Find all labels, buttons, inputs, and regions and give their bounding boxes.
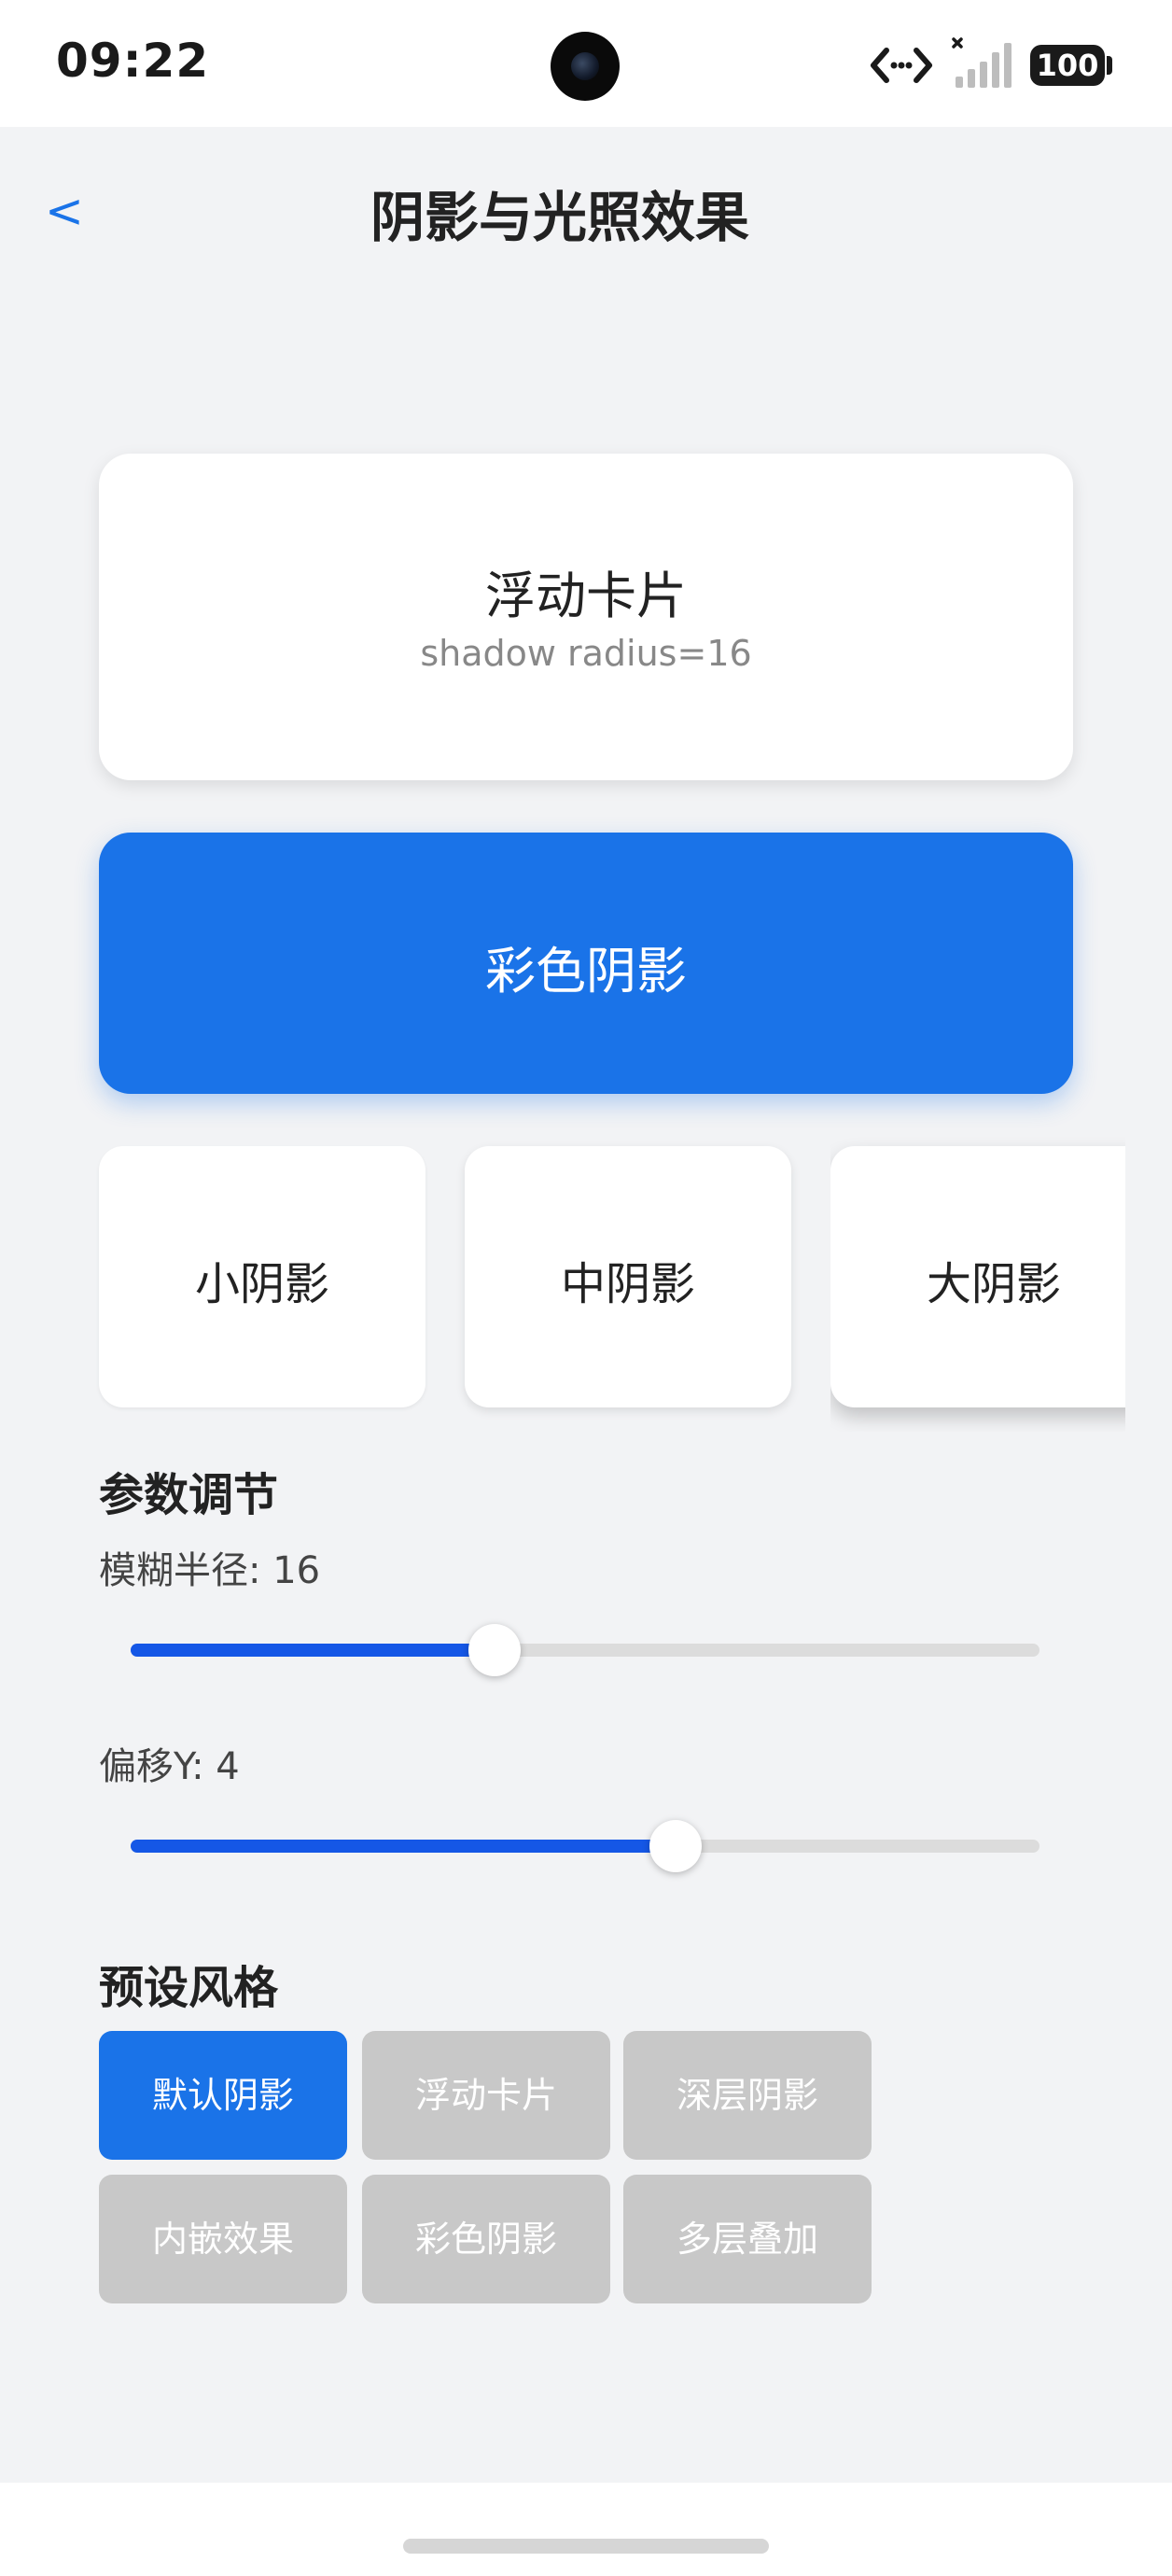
- bottom-navigation-area: [0, 2483, 1172, 2576]
- signal-icon: [952, 37, 1012, 88]
- params-section-title: 参数调节: [99, 1469, 279, 1521]
- status-time: 09:22: [56, 34, 210, 88]
- medium-shadow-label: 中阴影: [560, 1258, 695, 1310]
- offset-slider-fill: [131, 1840, 677, 1853]
- float-card-subtitle: shadow radius=16: [420, 633, 752, 674]
- small-shadow-label: 小阴影: [194, 1258, 329, 1310]
- large-shadow-card-clip: 大阴影: [830, 1133, 1125, 1432]
- data-transfer-icon: [871, 48, 932, 83]
- presets-section-title: 预设风格: [99, 1962, 279, 2014]
- offset-slider-thumb[interactable]: [649, 1820, 703, 1872]
- float-card-title: 浮动卡片: [485, 567, 687, 625]
- preset-multi-layer[interactable]: 多层叠加: [623, 2175, 872, 2303]
- large-shadow-label: 大阴影: [926, 1258, 1061, 1310]
- large-shadow-card[interactable]: 大阴影: [830, 1146, 1125, 1407]
- battery-tip: [1107, 56, 1112, 75]
- color-shadow-card[interactable]: 彩色阴影: [99, 833, 1073, 1094]
- front-camera: [551, 32, 620, 101]
- battery-icon: 100: [1030, 45, 1105, 86]
- home-indicator[interactable]: [403, 2539, 769, 2554]
- small-shadow-card[interactable]: 小阴影: [99, 1146, 426, 1407]
- preset-color-shadow[interactable]: 彩色阴影: [362, 2175, 610, 2303]
- blur-slider-fill: [131, 1644, 495, 1657]
- medium-shadow-card[interactable]: 中阴影: [465, 1146, 791, 1407]
- preset-float-card[interactable]: 浮动卡片: [362, 2031, 610, 2160]
- preset-inset-effect[interactable]: 内嵌效果: [99, 2175, 347, 2303]
- preset-deep-shadow[interactable]: 深层阴影: [623, 2031, 872, 2160]
- blur-radius-slider[interactable]: [131, 1624, 1039, 1676]
- page-title: 阴影与光照效果: [370, 186, 749, 249]
- blur-slider-thumb[interactable]: [467, 1624, 521, 1676]
- color-shadow-card-title: 彩色阴影: [485, 942, 687, 1001]
- blur-radius-label: 模糊半径: 16: [99, 1549, 321, 1592]
- offset-y-label: 偏移Y: 4: [99, 1745, 240, 1788]
- offset-y-slider[interactable]: [131, 1820, 1039, 1872]
- preset-default-shadow[interactable]: 默认阴影: [99, 2031, 347, 2160]
- float-card[interactable]: 浮动卡片 shadow radius=16: [99, 454, 1073, 780]
- status-bar: 09:22 100: [0, 0, 1172, 127]
